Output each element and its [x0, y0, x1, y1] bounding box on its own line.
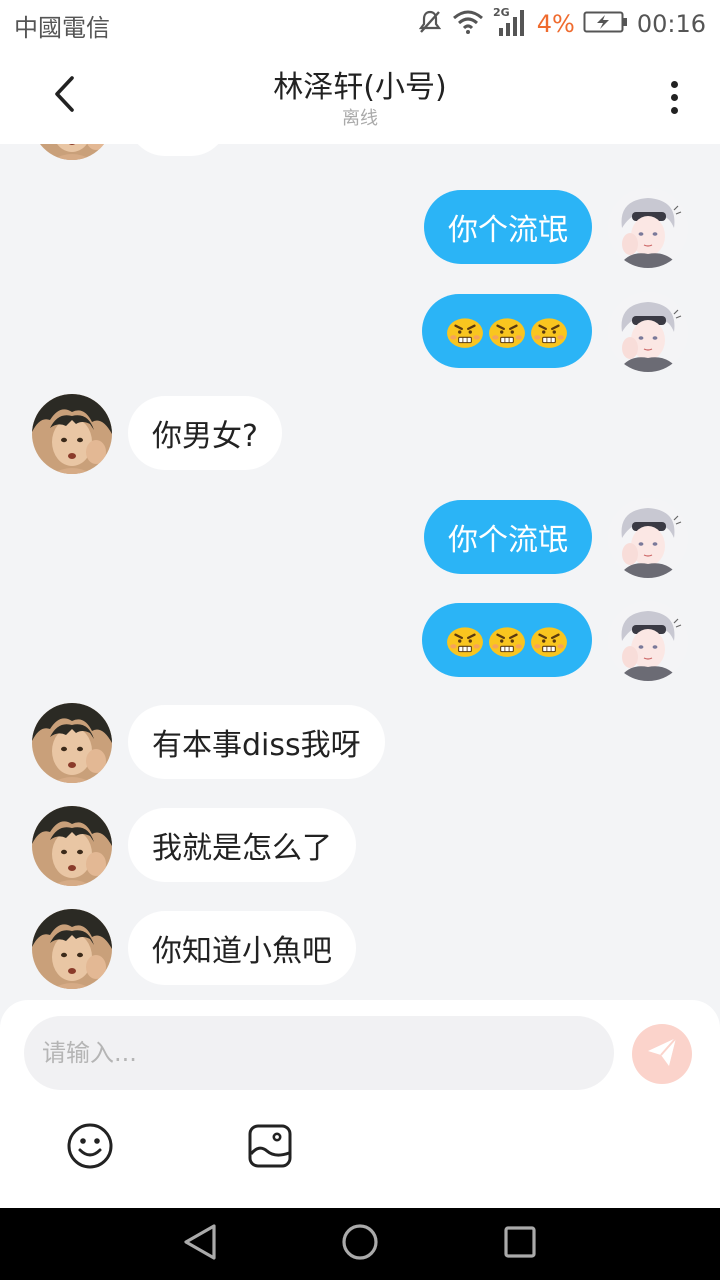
network-type: 2G: [493, 6, 510, 19]
message-row: 你知道小魚吧: [0, 909, 720, 989]
self-avatar[interactable]: [608, 498, 688, 578]
send-button[interactable]: [632, 1024, 692, 1084]
message-bubble[interactable]: [128, 144, 228, 156]
message-row: [0, 601, 720, 681]
square-recents-icon: [503, 1225, 537, 1263]
self-avatar[interactable]: [608, 601, 688, 681]
message-row: [0, 144, 720, 160]
contact-avatar[interactable]: [32, 806, 112, 886]
contact-avatar[interactable]: [32, 703, 112, 783]
status-bar: 中國電信 2G 4% 00:16: [0, 0, 720, 48]
message-bubble[interactable]: 你知道小魚吧: [128, 911, 356, 985]
emoji-group: [446, 621, 568, 659]
more-vertical-icon: [670, 80, 678, 88]
battery-percent: 4%: [536, 10, 575, 38]
carrier-name: 中國電信: [14, 14, 110, 42]
self-avatar[interactable]: [608, 188, 688, 268]
contact-avatar[interactable]: [32, 144, 112, 160]
message-row: 你个流氓: [0, 188, 720, 268]
angry-face-icon: [488, 312, 526, 350]
message-row: 你个流氓: [0, 498, 720, 578]
nav-home-button[interactable]: [338, 1222, 382, 1266]
system-nav-bar: [0, 1208, 720, 1280]
nav-back-button[interactable]: [178, 1222, 222, 1266]
message-bubble[interactable]: [422, 603, 592, 677]
clock: 00:16: [636, 10, 706, 38]
contact-avatar[interactable]: [32, 909, 112, 989]
composer: [0, 1000, 720, 1208]
message-list[interactable]: 你个流氓 你男女? 你个流氓 有本事diss我呀 我就是怎么了 你知道小魚吧: [0, 144, 720, 1000]
message-row: 你男女?: [0, 394, 720, 474]
mute-icon: [417, 9, 443, 39]
contact-name: 林泽轩(小号): [273, 70, 447, 105]
send-icon: [645, 1035, 679, 1073]
message-row: [0, 292, 720, 372]
emoji-button[interactable]: [66, 1122, 114, 1170]
message-bubble[interactable]: 我就是怎么了: [128, 808, 356, 882]
message-bubble[interactable]: 你男女?: [128, 396, 282, 470]
message-row: 我就是怎么了: [0, 806, 720, 886]
triangle-back-icon: [182, 1223, 218, 1265]
message-row: 有本事diss我呀: [0, 703, 720, 783]
message-bubble[interactable]: 有本事diss我呀: [128, 705, 385, 779]
status-icons: 2G 4% 00:16: [417, 6, 706, 42]
more-options-button[interactable]: [654, 72, 694, 122]
wifi-icon: [451, 9, 485, 39]
contact-status: 离线: [342, 108, 378, 129]
chat-header: 林泽轩(小号) 离线: [0, 48, 720, 144]
angry-face-icon: [530, 621, 568, 659]
message-bubble[interactable]: [422, 294, 592, 368]
message-bubble[interactable]: 你个流氓: [424, 190, 592, 264]
image-icon: [246, 1124, 294, 1174]
battery-charging-icon: [583, 10, 629, 38]
nav-recents-button[interactable]: [498, 1222, 542, 1266]
image-button[interactable]: [246, 1122, 294, 1170]
angry-face-icon: [488, 621, 526, 659]
message-bubble[interactable]: 你个流氓: [424, 500, 592, 574]
angry-face-icon: [446, 621, 484, 659]
signal-icon: 2G: [493, 6, 529, 42]
self-avatar[interactable]: [608, 292, 688, 372]
circle-home-icon: [341, 1223, 379, 1265]
angry-face-icon: [530, 312, 568, 350]
emoji-group: [446, 312, 568, 350]
angry-face-icon: [446, 312, 484, 350]
smile-icon: [66, 1123, 114, 1174]
contact-avatar[interactable]: [32, 394, 112, 474]
message-input[interactable]: [24, 1016, 614, 1090]
